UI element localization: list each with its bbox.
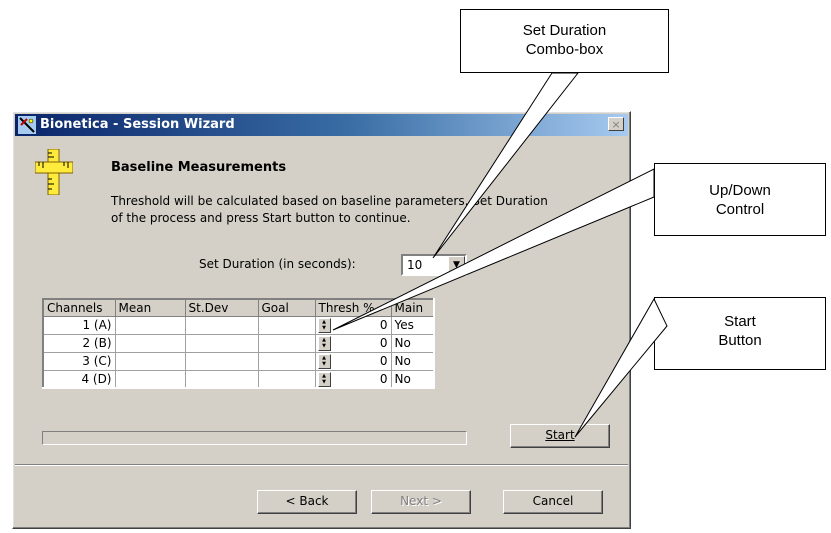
cell-channel: 1 (A) — [42, 315, 116, 335]
header-thresh: Thresh % — [314, 298, 392, 317]
cell-thresh[interactable]: ▲ ▼ 0 — [314, 315, 392, 335]
header-goal: Goal — [257, 298, 316, 317]
cell-main[interactable]: Yes — [390, 315, 435, 335]
cell-mean[interactable] — [114, 333, 186, 353]
wizard-description: Threshold will be calculated based on ba… — [111, 193, 619, 227]
cell-stdev[interactable] — [184, 351, 259, 371]
cell-goal[interactable] — [257, 333, 316, 353]
close-button[interactable]: × — [608, 117, 624, 131]
cell-main[interactable]: No — [390, 351, 435, 371]
cell-channel: 2 (B) — [42, 333, 116, 353]
table-row: 3 (C) ▲ ▼ 0 No — [42, 351, 435, 371]
cell-stdev[interactable] — [184, 333, 259, 353]
cell-goal[interactable] — [257, 315, 316, 335]
cell-stdev[interactable] — [184, 315, 259, 335]
cell-stdev[interactable] — [184, 369, 259, 389]
wizard-heading: Baseline Measurements — [111, 160, 287, 175]
callout-updown-line-1: Up/Down — [709, 182, 771, 199]
callout-up-down: Up/Down Control — [654, 163, 826, 236]
up-down-spinner-icon[interactable]: ▲ ▼ — [317, 335, 331, 351]
callout-start-line-1: Start — [724, 313, 756, 330]
cell-thresh[interactable]: ▲ ▼ 0 — [314, 369, 392, 389]
header-mean: Mean — [114, 298, 186, 317]
cell-mean[interactable] — [114, 315, 186, 335]
callout-start: Start Button — [654, 297, 826, 370]
header-channels: Channels — [42, 298, 116, 317]
table-row: 1 (A) ▲ ▼ 0 Yes — [42, 315, 435, 335]
ruler-cross-icon — [35, 149, 73, 195]
cell-goal[interactable] — [257, 351, 316, 371]
table-row: 4 (D) ▲ ▼ 0 No — [42, 369, 435, 389]
description-line-1: Threshold will be calculated based on ba… — [111, 194, 548, 208]
session-wizard-window: Bionetica - Session Wizard × Baseline Me… — [12, 111, 631, 529]
start-button[interactable]: Start — [510, 424, 610, 448]
cancel-button[interactable]: Cancel — [503, 490, 603, 514]
cell-channel: 3 (C) — [42, 351, 116, 371]
cell-thresh[interactable]: ▲ ▼ 0 — [314, 333, 392, 353]
callout-duration-line-2: Combo-box — [525, 41, 604, 58]
up-down-spinner-icon[interactable]: ▲ ▼ — [317, 317, 331, 333]
start-label: Start — [545, 428, 575, 442]
up-down-spinner-icon[interactable]: ▲ ▼ — [317, 353, 331, 369]
chevron-down-icon[interactable]: ▼ — [448, 256, 465, 274]
cell-channel: 4 (D) — [42, 369, 116, 389]
duration-combo-box[interactable]: 10 ▼ — [401, 254, 467, 276]
next-button[interactable]: Next > — [371, 490, 471, 514]
header-main: Main — [390, 298, 435, 317]
up-down-spinner-icon[interactable]: ▲ ▼ — [317, 371, 331, 387]
back-button[interactable]: < Back — [257, 490, 357, 514]
progress-bar — [42, 431, 467, 445]
channels-grid: Channels Mean St.Dev Goal Thresh % Main … — [42, 298, 435, 389]
cell-main[interactable]: No — [390, 369, 435, 389]
app-icon — [18, 116, 36, 134]
window-title: Bionetica - Session Wizard — [40, 117, 235, 132]
header-stdev: St.Dev — [184, 298, 259, 317]
thresh-value: 0 — [379, 354, 388, 368]
callout-set-duration: Set Duration Combo-box — [460, 9, 669, 73]
cell-main[interactable]: No — [390, 333, 435, 353]
close-icon: × — [611, 118, 621, 131]
cell-mean[interactable] — [114, 369, 186, 389]
title-bar[interactable]: Bionetica - Session Wizard × — [15, 114, 628, 136]
thresh-value: 0 — [379, 371, 388, 386]
duration-value: 10 — [407, 258, 423, 272]
table-row: 2 (B) ▲ ▼ 0 No — [42, 333, 435, 353]
cell-thresh[interactable]: ▲ ▼ 0 — [314, 351, 392, 371]
callout-duration-line-1: Set Duration — [522, 22, 607, 39]
cell-goal[interactable] — [257, 369, 316, 389]
grid-header-row: Channels Mean St.Dev Goal Thresh % Main — [42, 298, 435, 317]
description-line-2: of the process and press Start button to… — [111, 211, 411, 225]
callout-updown-line-2: Control — [715, 201, 765, 218]
callout-start-line-2: Button — [718, 332, 762, 349]
cell-mean[interactable] — [114, 351, 186, 371]
thresh-value: 0 — [379, 318, 388, 332]
thresh-value: 0 — [379, 336, 388, 350]
button-separator — [15, 464, 628, 466]
duration-label: Set Duration (in seconds): — [199, 257, 356, 271]
